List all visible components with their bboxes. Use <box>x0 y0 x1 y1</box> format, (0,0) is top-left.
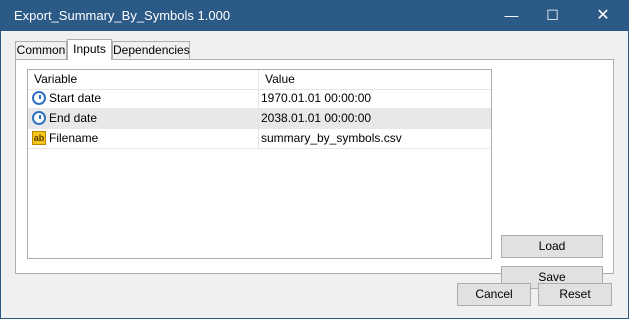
row-value-cell[interactable]: 2038.01.01 00:00:00 <box>259 109 491 128</box>
tab-common[interactable]: Common <box>15 41 67 59</box>
row-value-cell[interactable]: 1970.01.01 00:00:00 <box>259 89 491 108</box>
row-variable-cell[interactable]: End date <box>28 109 259 128</box>
row-variable-cell[interactable]: Start date <box>28 89 259 108</box>
reset-button[interactable]: Reset <box>538 283 612 306</box>
column-header-value[interactable]: Value <box>259 70 491 89</box>
inputs-table: Variable Value Start date 1970.01.01 00:… <box>27 69 492 259</box>
row-variable-label: Filename <box>49 131 99 145</box>
row-value-cell[interactable]: summary_by_symbols.csv <box>259 129 491 148</box>
row-variable-cell[interactable]: ab Filename <box>28 129 259 148</box>
load-button[interactable]: Load <box>501 235 603 258</box>
dialog-body: Common Inputs Dependencies Variable Valu… <box>1 31 628 318</box>
maximize-button[interactable]: ☐ <box>529 0 576 31</box>
tab-dependencies[interactable]: Dependencies <box>112 41 190 59</box>
column-header-variable[interactable]: Variable <box>28 70 259 89</box>
inputs-panel: Variable Value Start date 1970.01.01 00:… <box>15 59 614 289</box>
clock-icon <box>32 111 46 125</box>
string-ab-icon: ab <box>32 131 46 145</box>
title-bar[interactable]: Export_Summary_By_Symbols 1.000 — ☐ ✕ <box>0 0 629 31</box>
table-row[interactable]: End date 2038.01.01 00:00:00 <box>28 109 491 129</box>
window-title: Export_Summary_By_Symbols 1.000 <box>14 8 231 23</box>
clock-icon <box>32 91 46 105</box>
close-button[interactable]: ✕ <box>577 0 629 31</box>
row-variable-label: End date <box>49 111 98 125</box>
table-header: Variable Value <box>28 70 491 90</box>
minimize-button[interactable]: — <box>488 0 535 31</box>
tab-inputs[interactable]: Inputs <box>67 39 112 60</box>
table-row[interactable]: Start date 1970.01.01 00:00:00 <box>28 89 491 109</box>
table-row[interactable]: ab Filename summary_by_symbols.csv <box>28 129 491 149</box>
dialog-window: Export_Summary_By_Symbols 1.000 — ☐ ✕ Co… <box>0 0 629 319</box>
cancel-button[interactable]: Cancel <box>457 283 531 306</box>
row-variable-label: Start date <box>49 91 102 105</box>
